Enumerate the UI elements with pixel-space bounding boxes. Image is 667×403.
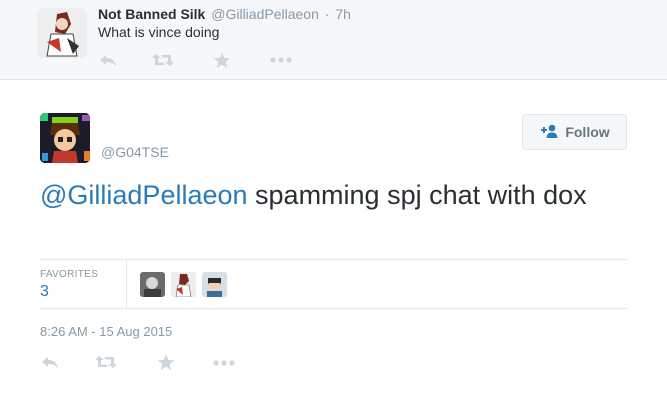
add-user-icon	[539, 124, 559, 141]
retweet-icon[interactable]	[152, 52, 174, 68]
retweet-icon[interactable]	[95, 354, 117, 370]
favorites-label: FAVORITES	[40, 269, 99, 280]
follow-label: Follow	[565, 124, 610, 140]
tweet-timestamp[interactable]: 8:26 AM - 15 Aug 2015	[40, 324, 172, 339]
parent-author-handle[interactable]: @GilliadPellaeon	[211, 6, 319, 22]
author-handle[interactable]: @G04TSE	[101, 144, 169, 160]
tweet-body: spamming spj chat with dox	[247, 180, 587, 210]
more-icon[interactable]	[213, 358, 235, 368]
favoriter-avatar[interactable]	[171, 272, 196, 297]
favorites-count[interactable]: 3	[40, 283, 49, 301]
author-avatar[interactable]	[40, 113, 90, 163]
parent-author-name[interactable]: Not Banned Silk	[98, 6, 205, 22]
star-icon[interactable]	[157, 354, 175, 371]
more-icon[interactable]	[270, 55, 292, 65]
parent-time[interactable]: 7h	[335, 6, 351, 22]
favoriter-avatars	[140, 272, 227, 297]
parent-separator: ·	[324, 6, 330, 22]
parent-avatar[interactable]	[37, 8, 87, 58]
follow-button[interactable]: Follow	[522, 114, 627, 150]
reply-icon[interactable]	[98, 52, 118, 68]
parent-tweet-text: What is vince doing	[98, 24, 220, 40]
parent-tweet[interactable]: Not Banned Silk @GilliadPellaeon · 7h Wh…	[0, 0, 667, 80]
tweet-text: @GilliadPellaeon spamming spj chat with …	[40, 178, 630, 213]
favoriter-avatar[interactable]	[202, 272, 227, 297]
reply-icon[interactable]	[40, 354, 60, 370]
favoriter-avatar[interactable]	[140, 272, 165, 297]
mention-link[interactable]: @GilliadPellaeon	[40, 180, 248, 210]
stats-divider	[126, 260, 127, 308]
tweet-stats: FAVORITES 3	[40, 259, 627, 309]
parent-author[interactable]: Not Banned Silk @GilliadPellaeon · 7h	[98, 6, 351, 22]
star-icon[interactable]	[213, 52, 231, 69]
